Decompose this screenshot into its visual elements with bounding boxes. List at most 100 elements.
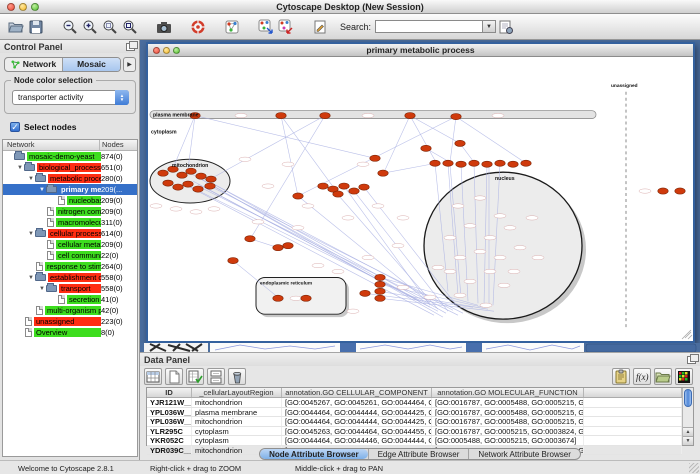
network-node[interactable]: [495, 160, 505, 166]
tree-item-mosaic-demo-yeast[interactable]: mosaic-demo-yeast874(0): [3, 151, 137, 162]
column-header[interactable]: _cellularLayoutRegion: [192, 388, 282, 397]
edit-attributes-button[interactable]: [186, 368, 204, 385]
network-node[interactable]: [158, 170, 168, 176]
tree-item-overview[interactable]: Overview8(0): [3, 327, 137, 338]
resize-grip[interactable]: [689, 463, 699, 473]
delete-attribute-button[interactable]: [228, 368, 246, 385]
network-view-frame[interactable]: primary metabolic process plasma membran…: [146, 42, 695, 343]
select-attributes-button[interactable]: [144, 368, 162, 385]
expand-arrow-icon[interactable]: ▼: [16, 165, 24, 171]
annotation-button[interactable]: [310, 17, 330, 37]
zoom-in-button[interactable]: [80, 17, 100, 37]
tree-item-secretion[interactable]: secretion41(0): [3, 294, 137, 305]
tree-item-primary-metabo[interactable]: ▼primary metabo209(...: [3, 184, 137, 195]
network-edge[interactable]: [212, 116, 325, 179]
network-edge[interactable]: [195, 116, 375, 159]
network-edge[interactable]: [384, 116, 410, 173]
new-attribute-button[interactable]: [165, 368, 183, 385]
search-options-button[interactable]: [496, 17, 516, 37]
network-node[interactable]: [206, 176, 216, 182]
scrollbar-thumb[interactable]: [684, 389, 692, 407]
network-node[interactable]: [183, 181, 193, 187]
column-header[interactable]: ID: [147, 388, 192, 397]
table-row[interactable]: YKR052Ccytoplasm[GO:0044464, GO:0044446,…: [147, 436, 682, 446]
tab-edge-attribute-browser[interactable]: Edge Attribute Browser: [368, 449, 469, 459]
network-node[interactable]: [293, 193, 303, 199]
canvas-resize-grip[interactable]: [682, 330, 692, 339]
network-edge[interactable]: [251, 116, 325, 238]
network-edge[interactable]: [344, 186, 430, 305]
tree-item-biological-process[interactable]: ▼biological_process651(0): [3, 162, 137, 173]
table-row[interactable]: YJR121W__1mitochondrion[GO:0045267, GO:0…: [147, 398, 682, 408]
network-node[interactable]: [318, 183, 328, 189]
network-node[interactable]: [375, 281, 385, 287]
open-button[interactable]: [6, 17, 26, 37]
open-attribute-file-button[interactable]: [654, 368, 672, 385]
network-node[interactable]: [521, 160, 531, 166]
tree-item-establishment-of-lo[interactable]: ▼establishment of lo558(0): [3, 272, 137, 283]
help-button[interactable]: [188, 17, 208, 37]
expand-arrow-icon[interactable]: ▼: [27, 231, 35, 237]
background-windows[interactable]: [140, 343, 700, 352]
tree-item-cellular-process[interactable]: ▼cellular process614(0): [3, 228, 137, 239]
tree-item-cellular-metabol[interactable]: cellular metabol209(0): [3, 239, 137, 250]
table-row[interactable]: YPL036W__1mitochondrion[GO:0044464, GO:0…: [147, 417, 682, 427]
new-network-button[interactable]: [222, 17, 242, 37]
network-node[interactable]: [163, 180, 173, 186]
search-dropdown-arrow[interactable]: ▼: [483, 20, 496, 33]
float-data-panel-icon[interactable]: [687, 356, 696, 364]
tree-item-cell-communicat[interactable]: cell communicat22(0): [3, 250, 137, 261]
save-button[interactable]: [26, 17, 46, 37]
network-node[interactable]: [405, 113, 415, 119]
network-node[interactable]: [339, 183, 349, 189]
network-node[interactable]: [360, 290, 370, 296]
tree-item-unassigned[interactable]: unassigned223(0): [3, 316, 137, 327]
network-node[interactable]: [177, 172, 187, 178]
tree-item-multi-organism-pro[interactable]: multi-organism pro42(0): [3, 305, 137, 316]
import-attributes-button[interactable]: [276, 17, 296, 37]
zoom-out-button[interactable]: [60, 17, 80, 37]
select-nodes-checkbox[interactable]: ✓: [10, 122, 20, 132]
network-node[interactable]: [456, 161, 466, 167]
network-edge[interactable]: [383, 163, 436, 173]
tree-item-metabolic-process[interactable]: ▼metabolic process280(0): [3, 173, 137, 184]
attribute-list-button[interactable]: [207, 368, 225, 385]
tab-network[interactable]: Network: [5, 58, 62, 71]
network-node[interactable]: [301, 295, 311, 301]
network-node[interactable]: [273, 245, 283, 251]
network-edge[interactable]: [456, 117, 526, 164]
notes-button[interactable]: [612, 368, 630, 385]
snapshot-button[interactable]: [154, 17, 174, 37]
network-node[interactable]: [370, 155, 380, 161]
node-color-dropdown[interactable]: transporter activity ▲▼: [12, 90, 129, 105]
more-tabs-button[interactable]: ▶: [123, 57, 136, 72]
network-node[interactable]: [451, 114, 461, 120]
network-node[interactable]: [375, 288, 385, 294]
minimize-button[interactable]: [19, 3, 27, 11]
table-row[interactable]: YLR295Ccytoplasm[GO:0045263, GO:0044464,…: [147, 427, 682, 437]
network-node[interactable]: [443, 160, 453, 166]
tree-item-nucleobase[interactable]: nucleobase-209(0): [3, 195, 137, 206]
float-panel-icon[interactable]: [126, 43, 135, 51]
close-button[interactable]: [7, 3, 15, 11]
network-canvas[interactable]: plasma membranecytoplasmmitochondrionnuc…: [148, 57, 693, 341]
column-header[interactable]: annotation.GO CELLULAR_COMPONENT: [282, 388, 432, 397]
expand-arrow-icon[interactable]: ▼: [38, 187, 46, 193]
table-scrollbar[interactable]: ▲ ▼: [682, 388, 693, 445]
network-node[interactable]: [173, 184, 183, 190]
tree-item-nitrogen-compo[interactable]: nitrogen compo209(0): [3, 206, 137, 217]
tree-item-transport[interactable]: ▼transport558(0): [3, 283, 137, 294]
tab-network-attribute-browser[interactable]: Network Attribute Browser: [468, 449, 579, 459]
network-node[interactable]: [378, 170, 388, 176]
frame-zoom-button[interactable]: [173, 47, 180, 54]
tab-mosaic[interactable]: Mosaic: [62, 58, 120, 71]
network-node[interactable]: [273, 295, 283, 301]
network-node[interactable]: [359, 184, 369, 190]
scroll-down-arrow[interactable]: ▼: [683, 436, 693, 445]
zoom-selected-button[interactable]: [100, 17, 120, 37]
network-node[interactable]: [508, 161, 518, 167]
network-node[interactable]: [375, 274, 385, 280]
zoom-window-button[interactable]: [31, 3, 39, 11]
tree-item-macromolecule[interactable]: macromolecule311(0): [3, 217, 137, 228]
network-node[interactable]: [193, 186, 203, 192]
